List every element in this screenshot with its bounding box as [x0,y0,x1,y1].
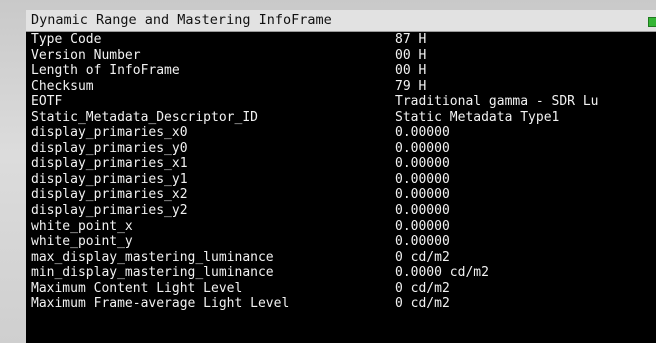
field-row: Maximum Frame-average Light Level 0 cd/m2 [26,296,656,312]
field-label: display_primaries_x0 [31,125,188,141]
field-row: Version Number 00 H [26,48,656,64]
field-value: 0 cd/m2 [395,280,450,296]
field-value: 0.00000 [395,171,450,187]
field-label: EOTF [31,94,63,110]
field-value: 0.0000 cd/m2 [395,265,489,281]
field-label: display_primaries_x2 [31,187,188,203]
field-row: display_primaries_y0 0.00000 [26,141,656,157]
field-row: white_point_y 0.00000 [26,234,656,250]
field-row: display_primaries_y2 0.00000 [26,203,656,219]
field-value: 0.00000 [395,234,450,250]
field-row: display_primaries_y1 0.00000 [26,172,656,188]
field-row: Static_Metadata_Descriptor_ID Static Meta… [26,110,656,126]
field-label: Static_Metadata_Descriptor_ID [31,109,258,125]
field-row: Checksum 79 H [26,79,656,95]
field-label: Type Code [31,32,102,47]
field-row: max_display_mastering_luminance 0 cd/m2 [26,250,656,266]
field-value: 0.00000 [395,140,450,156]
field-value: 79 H [395,78,427,94]
field-value: 00 H [395,47,427,63]
field-value: 87 H [395,32,427,47]
infoframe-field-list: Type Code 87 H Version Number 00 H Length of… [26,32,656,312]
status-indicator-icon [648,17,656,27]
field-row: display_primaries_x0 0.00000 [26,125,656,141]
field-value: 0.00000 [395,156,450,172]
field-label: white_point_x [31,218,133,234]
screen-frame: Dynamic Range and Mastering InfoFrame Ty… [0,0,656,343]
title-bar: Dynamic Range and Mastering InfoFrame [26,10,656,32]
field-label: display_primaries_y2 [31,203,188,219]
field-row: white_point_x 0.00000 [26,219,656,235]
field-value: 0.00000 [395,187,450,203]
field-row: min_display_mastering_luminance 0.0000 cd… [26,265,656,281]
field-value: Traditional gamma - SDR Lu [395,94,599,110]
field-label: Length of InfoFrame [31,63,180,79]
field-label: Checksum [31,78,94,94]
infoframe-window: Dynamic Range and Mastering InfoFrame Ty… [26,10,656,343]
field-row: Length of InfoFrame 00 H [26,63,656,79]
field-label: display_primaries_y1 [31,171,188,187]
field-row: Type Code 87 H [26,32,656,48]
window-title: Dynamic Range and Mastering InfoFrame [31,12,332,28]
field-label: min_display_mastering_luminance [31,265,274,281]
field-row: display_primaries_x2 0.00000 [26,187,656,203]
field-row: EOTF Traditional gamma - SDR Lu [26,94,656,110]
field-value: 0 cd/m2 [395,296,450,312]
field-row: Maximum Content Light Level 0 cd/m2 [26,281,656,297]
field-value: 0.00000 [395,125,450,141]
field-label: white_point_y [31,234,133,250]
field-label: Version Number [31,47,141,63]
field-value: 0.00000 [395,203,450,219]
field-row: display_primaries_x1 0.00000 [26,156,656,172]
field-value: 0 cd/m2 [395,249,450,265]
field-value: 0.00000 [395,218,450,234]
field-label: display_primaries_x1 [31,156,188,172]
field-label: Maximum Content Light Level [31,280,243,296]
field-label: Maximum Frame-average Light Level [31,296,290,312]
field-label: max_display_mastering_luminance [31,249,274,265]
field-value: Static Metadata Type1 [395,109,560,125]
field-value: 00 H [395,63,427,79]
field-label: display_primaries_y0 [31,140,188,156]
